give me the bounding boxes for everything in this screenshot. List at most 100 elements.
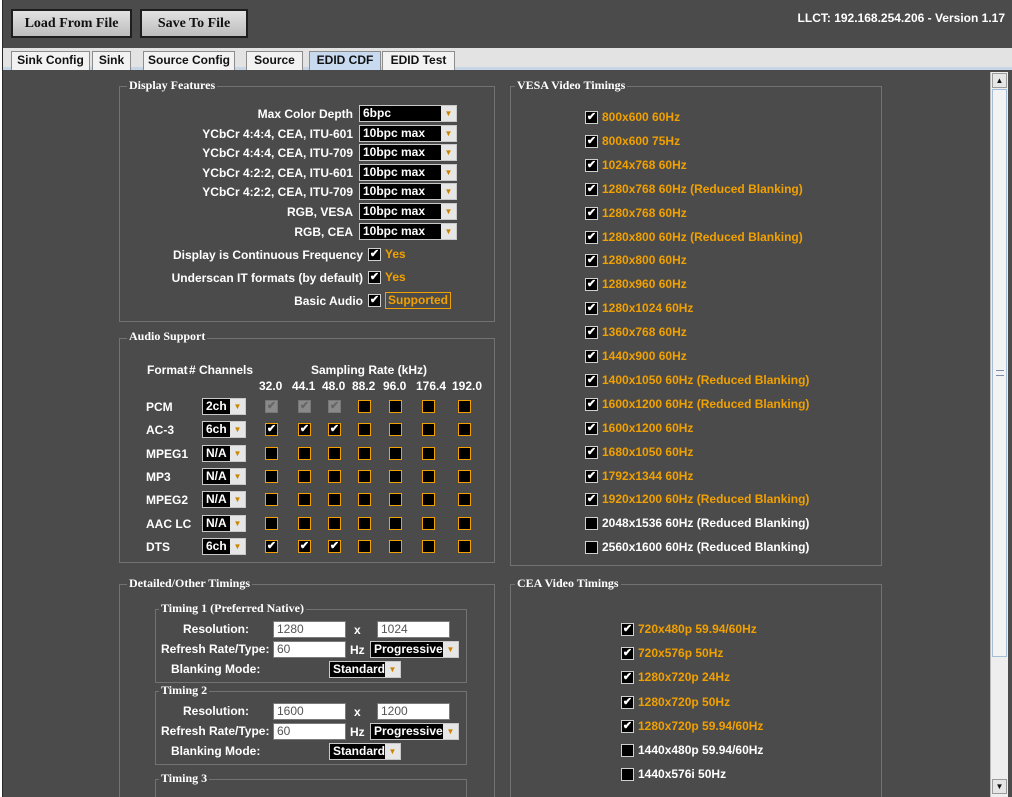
sample-rate-checkbox[interactable]: [458, 540, 471, 553]
sample-rate-checkbox[interactable]: [422, 400, 435, 413]
scan-type-select[interactable]: Progressive ▼: [370, 723, 459, 740]
sample-rate-checkbox[interactable]: [358, 400, 371, 413]
dropdown-arrow-icon[interactable]: ▼: [441, 145, 456, 160]
resolution-height-input[interactable]: 1024: [377, 621, 450, 638]
checkmark-icon[interactable]: ✔: [585, 470, 598, 483]
sample-rate-checkbox[interactable]: [458, 470, 471, 483]
audio-channels-select[interactable]: N/A ▼: [202, 491, 246, 508]
sample-rate-checkbox[interactable]: ✔: [265, 540, 278, 553]
sample-rate-checkbox[interactable]: [422, 540, 435, 553]
sample-rate-checkbox[interactable]: [389, 517, 402, 530]
sample-rate-checkbox[interactable]: [265, 517, 278, 530]
audio-channels-select[interactable]: N/A ▼: [202, 515, 246, 532]
dropdown-arrow-icon[interactable]: ▼: [443, 642, 458, 657]
dropdown-arrow-icon[interactable]: ▼: [230, 539, 245, 554]
checkmark-icon[interactable]: ✔: [368, 248, 381, 261]
resolution-width-input[interactable]: 1280: [273, 621, 346, 638]
scroll-up-icon[interactable]: ▲: [992, 73, 1007, 88]
sample-rate-checkbox[interactable]: [298, 517, 311, 530]
sample-rate-checkbox[interactable]: ✔: [328, 540, 341, 553]
feature-select[interactable]: 6bpc ▼: [359, 105, 457, 122]
checkmark-icon[interactable]: ✔: [585, 350, 598, 363]
sample-rate-checkbox[interactable]: [422, 470, 435, 483]
sample-rate-checkbox[interactable]: [458, 447, 471, 460]
feature-select[interactable]: 10bpc max ▼: [359, 125, 457, 142]
tab-source[interactable]: Source: [246, 51, 303, 70]
checkmark-icon[interactable]: [585, 517, 598, 530]
checkmark-icon[interactable]: ✔: [585, 135, 598, 148]
sample-rate-checkbox[interactable]: [422, 493, 435, 506]
refresh-rate-input[interactable]: 60: [273, 723, 346, 740]
checkmark-icon[interactable]: ✔: [621, 647, 634, 660]
sample-rate-checkbox[interactable]: [328, 517, 341, 530]
checkmark-icon[interactable]: ✔: [621, 623, 634, 636]
blanking-mode-select[interactable]: Standard ▼: [329, 661, 401, 678]
dropdown-arrow-icon[interactable]: ▼: [385, 744, 400, 759]
refresh-rate-input[interactable]: 60: [273, 641, 346, 658]
feature-select[interactable]: 10bpc max ▼: [359, 144, 457, 161]
sample-rate-checkbox[interactable]: ✔: [298, 540, 311, 553]
checkmark-icon[interactable]: ✔: [585, 183, 598, 196]
checkmark-icon[interactable]: ✔: [585, 207, 598, 220]
sample-rate-checkbox[interactable]: [298, 493, 311, 506]
checkmark-icon[interactable]: ✔: [585, 398, 598, 411]
tab-sink-config[interactable]: Sink Config: [11, 51, 90, 70]
sample-rate-checkbox[interactable]: [458, 517, 471, 530]
checkmark-icon[interactable]: ✔: [585, 231, 598, 244]
checkmark-icon[interactable]: ✔: [621, 720, 634, 733]
sample-rate-checkbox[interactable]: ✔: [298, 423, 311, 436]
blanking-mode-select[interactable]: Standard ▼: [329, 743, 401, 760]
checkmark-icon[interactable]: ✔: [585, 278, 598, 291]
dropdown-arrow-icon[interactable]: ▼: [441, 204, 456, 219]
feature-select[interactable]: 10bpc max ▼: [359, 223, 457, 240]
feature-select[interactable]: 10bpc max ▼: [359, 203, 457, 220]
dropdown-arrow-icon[interactable]: ▼: [230, 516, 245, 531]
sample-rate-checkbox[interactable]: ✔: [328, 423, 341, 436]
sample-rate-checkbox[interactable]: [389, 540, 402, 553]
checkmark-icon[interactable]: ✔: [585, 493, 598, 506]
sample-rate-checkbox[interactable]: ✔: [265, 423, 278, 436]
sample-rate-checkbox[interactable]: [265, 470, 278, 483]
checkmark-icon[interactable]: ✔: [585, 326, 598, 339]
sample-rate-checkbox[interactable]: [358, 517, 371, 530]
checkmark-icon[interactable]: [621, 744, 634, 757]
dropdown-arrow-icon[interactable]: ▼: [230, 446, 245, 461]
sample-rate-checkbox[interactable]: [358, 540, 371, 553]
sample-rate-checkbox[interactable]: [298, 447, 311, 460]
feature-select[interactable]: 10bpc max ▼: [359, 164, 457, 181]
scroll-thumb[interactable]: [992, 89, 1007, 657]
checkmark-icon[interactable]: ✔: [621, 696, 634, 709]
checkmark-icon[interactable]: ✔: [368, 271, 381, 284]
sample-rate-checkbox[interactable]: [458, 493, 471, 506]
dropdown-arrow-icon[interactable]: ▼: [230, 492, 245, 507]
audio-channels-select[interactable]: N/A ▼: [202, 468, 246, 485]
sample-rate-checkbox[interactable]: [422, 423, 435, 436]
audio-channels-select[interactable]: 6ch ▼: [202, 538, 246, 555]
sample-rate-checkbox[interactable]: [328, 447, 341, 460]
load-from-file-button[interactable]: Load From File: [11, 9, 132, 38]
save-to-file-button[interactable]: Save To File: [140, 9, 248, 38]
tab-edid-test[interactable]: EDID Test: [382, 51, 455, 70]
checkmark-icon[interactable]: ✔: [585, 422, 598, 435]
sample-rate-checkbox[interactable]: [458, 423, 471, 436]
tab-sink[interactable]: Sink: [92, 51, 131, 70]
dropdown-arrow-icon[interactable]: ▼: [385, 662, 400, 677]
sample-rate-checkbox[interactable]: [265, 447, 278, 460]
tab-source-config[interactable]: Source Config: [143, 51, 235, 70]
checkmark-icon[interactable]: ✔: [585, 374, 598, 387]
dropdown-arrow-icon[interactable]: ▼: [230, 399, 245, 414]
sample-rate-checkbox[interactable]: [265, 493, 278, 506]
sample-rate-checkbox[interactable]: [358, 423, 371, 436]
dropdown-arrow-icon[interactable]: ▼: [441, 126, 456, 141]
checkmark-icon[interactable]: ✔: [368, 294, 381, 307]
sample-rate-checkbox[interactable]: [389, 447, 402, 460]
sample-rate-checkbox[interactable]: [298, 470, 311, 483]
scroll-down-icon[interactable]: ▼: [992, 779, 1007, 794]
dropdown-arrow-icon[interactable]: ▼: [441, 165, 456, 180]
checkmark-icon[interactable]: ✔: [585, 111, 598, 124]
checkmark-icon[interactable]: ✔: [585, 446, 598, 459]
checkmark-icon[interactable]: [585, 541, 598, 554]
audio-channels-select[interactable]: 6ch ▼: [202, 421, 246, 438]
dropdown-arrow-icon[interactable]: ▼: [230, 422, 245, 437]
tab-edid-cdf[interactable]: EDID CDF: [309, 51, 381, 70]
